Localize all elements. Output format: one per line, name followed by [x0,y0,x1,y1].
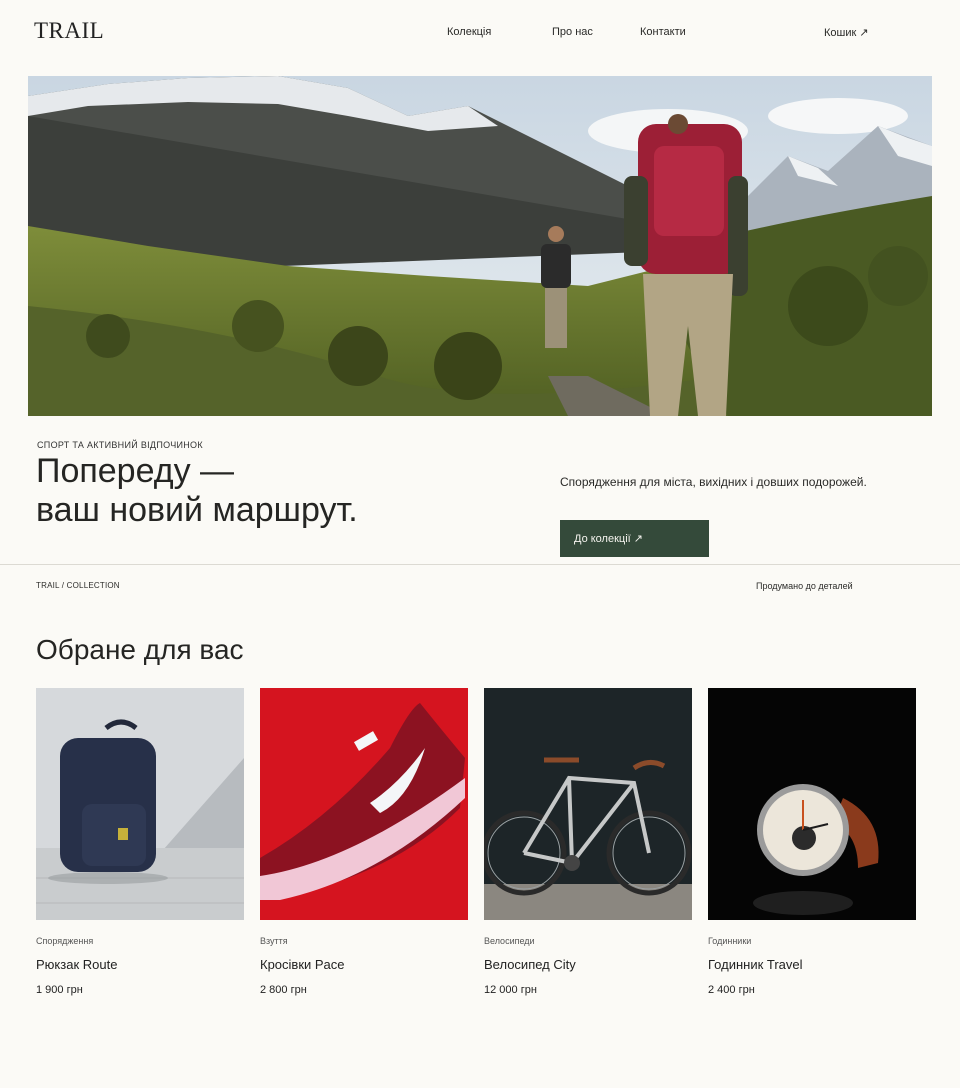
product-name[interactable]: Рюкзак Route [36,957,117,972]
product-category: Взуття [260,936,288,946]
nav-link-collection[interactable]: Колекція [447,26,491,38]
product-price: 1 900 грн [36,984,83,996]
section-divider [0,564,960,565]
product-name[interactable]: Кросівки Pace [260,957,345,972]
hero-eyebrow: СПОРТ ТА АКТИВНИЙ ВІДПОЧИНОК [37,440,203,450]
hero-lead: Спорядження для міста, вихідних і довших… [560,475,867,489]
product-category: Велосипеди [484,936,535,946]
product-price: 2 800 грн [260,984,307,996]
tagline: Продумано до деталей [756,581,853,591]
brand-logo[interactable]: TRAIL [34,18,104,44]
product-image-backpack[interactable] [36,688,244,920]
hero-headline: Попереду — ваш новий маршрут. [36,452,358,530]
product-category: Годинники [708,936,752,946]
product-category: Спорядження [36,936,94,946]
nav-link-contacts[interactable]: Контакти [640,26,686,38]
product-image-watch[interactable] [708,688,916,920]
nav-link-about[interactable]: Про нас [552,26,593,38]
product-card-sneakers[interactable]: Взуття Кросівки Pace 2 800 грн [260,688,468,1008]
product-name[interactable]: Годинник Travel [708,957,803,972]
product-image-sneakers[interactable] [260,688,468,920]
hero-headline-line-2: ваш новий маршрут. [36,491,358,529]
product-name[interactable]: Велосипед City [484,957,576,972]
product-image-bicycle[interactable] [484,688,692,920]
product-card-bicycle[interactable]: Велосипеди Велосипед City 12 000 грн [484,688,692,1008]
to-collection-button[interactable]: До колекції ↗ [560,520,709,557]
hero-image [28,76,932,416]
site-header: TRAIL Колекція Про нас Контакти Кошик ↗ [0,0,960,64]
product-card-backpack[interactable]: Спорядження Рюкзак Route 1 900 грн [36,688,244,1008]
cart-link[interactable]: Кошик ↗ [824,26,869,39]
product-card-watch[interactable]: Годинники Годинник Travel 2 400 грн [708,688,916,1008]
featured-title: Обране для вас [36,634,244,665]
product-price: 12 000 грн [484,984,537,996]
product-price: 2 400 грн [708,984,755,996]
breadcrumb: TRAIL / COLLECTION [36,581,120,590]
hero-headline-line-1: Попереду — [36,452,235,490]
